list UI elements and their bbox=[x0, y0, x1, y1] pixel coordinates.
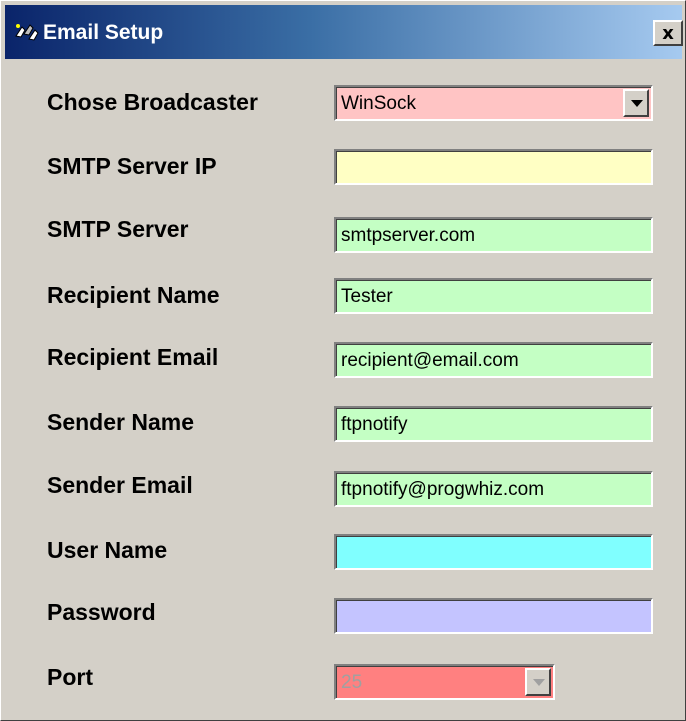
window-title: Email Setup bbox=[43, 21, 164, 44]
port-label: Port bbox=[47, 664, 93, 690]
port-select[interactable]: 25 bbox=[334, 664, 555, 700]
recipient-name-label: Recipient Name bbox=[47, 282, 220, 308]
app-icon bbox=[13, 21, 39, 43]
sender-email-field[interactable]: ftpnotify@progwhiz.com bbox=[334, 471, 653, 507]
sender-email-label: Sender Email bbox=[47, 472, 193, 498]
smtp-server-label: SMTP Server bbox=[47, 216, 189, 242]
password-label: Password bbox=[47, 599, 156, 625]
sender-name-field[interactable]: ftpnotify bbox=[334, 406, 653, 442]
title-bar[interactable]: Email Setup x bbox=[5, 5, 683, 59]
smtp-server-ip-field[interactable] bbox=[334, 149, 653, 185]
port-value: 25 bbox=[341, 672, 363, 693]
password-field[interactable] bbox=[334, 598, 653, 634]
broadcaster-label: Chose Broadcaster bbox=[47, 89, 258, 115]
broadcaster-dropdown-button[interactable] bbox=[623, 89, 649, 117]
user-name-field[interactable] bbox=[334, 534, 653, 570]
broadcaster-select[interactable]: WinSock bbox=[334, 85, 653, 121]
port-dropdown-button[interactable] bbox=[525, 668, 551, 696]
recipient-name-field[interactable]: Tester bbox=[334, 278, 653, 314]
recipient-email-field[interactable]: recipient@email.com bbox=[334, 342, 653, 378]
user-name-label: User Name bbox=[47, 537, 168, 563]
smtp-server-ip-label: SMTP Server IP bbox=[47, 153, 217, 179]
close-icon: x bbox=[662, 22, 674, 44]
broadcaster-value: WinSock bbox=[341, 93, 416, 114]
email-setup-window: Email Setup x Chose Broadcaster WinSock … bbox=[0, 0, 686, 721]
close-button[interactable]: x bbox=[653, 20, 683, 46]
sender-name-label: Sender Name bbox=[47, 409, 195, 435]
recipient-email-label: Recipient Email bbox=[47, 344, 219, 370]
chevron-down-icon bbox=[533, 679, 545, 686]
smtp-server-field[interactable]: smtpserver.com bbox=[334, 217, 653, 253]
chevron-down-icon bbox=[631, 100, 643, 107]
